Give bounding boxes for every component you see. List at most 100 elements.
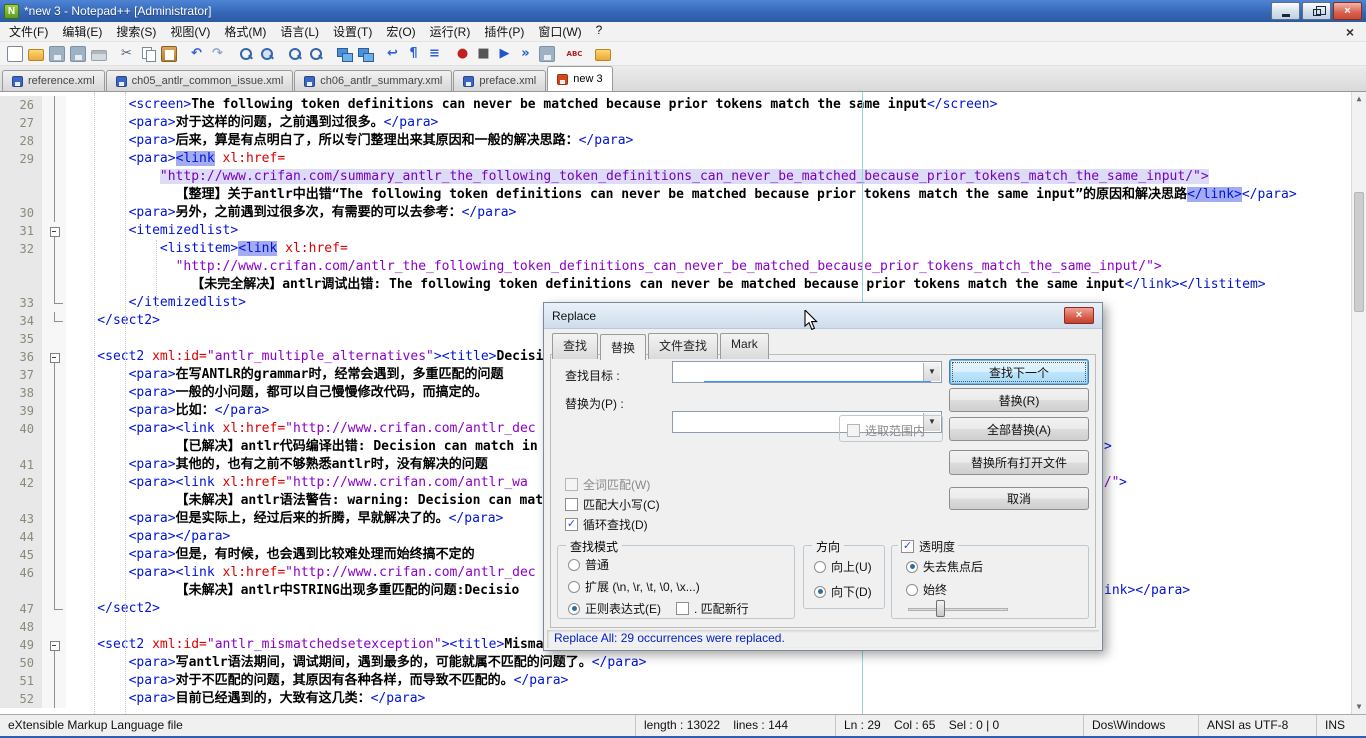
save-macro-icon[interactable] [536, 43, 557, 64]
editor-line[interactable]: 28 <para>后来，算是有点明白了，所以专门整理出来其原因和一般的解决思路：<… [0, 132, 1366, 150]
in-selection-checkbox[interactable] [847, 424, 860, 437]
editor-line[interactable]: 51 <para>对于不匹配的问题，其原因有各种各样，而导致不匹配的。</para… [0, 672, 1366, 690]
new-file-icon[interactable] [4, 43, 25, 64]
editor-line[interactable]: 【整理】关于antlr中出错“The following token defin… [0, 186, 1366, 204]
redo-icon[interactable]: ↷ [207, 43, 228, 64]
slider-thumb[interactable] [936, 600, 945, 617]
scroll-up-icon[interactable]: ▲ [1352, 92, 1366, 106]
cancel-button[interactable]: 取消 [949, 487, 1089, 510]
replace-icon[interactable] [256, 43, 277, 64]
plugin-icon[interactable] [592, 43, 613, 64]
editor-line[interactable]: 32 <listitem><link xl:href= [0, 240, 1366, 258]
save-icon[interactable] [46, 43, 67, 64]
dialog-tab-文件查找[interactable]: 文件查找 [648, 333, 719, 359]
restore-button[interactable] [1302, 2, 1331, 20]
menu-item[interactable]: 设置(T) [326, 21, 379, 42]
record-macro-icon[interactable]: ● [452, 43, 473, 64]
tab-ch05_antlr_common_issue.xml[interactable]: ch05_antlr_common_issue.xml [105, 70, 294, 91]
play-macro-icon[interactable]: ▶ [494, 43, 515, 64]
menu-item[interactable]: 格式(M) [217, 21, 273, 42]
editor-line[interactable]: "http://www.crifan.com/antlr_the_followi… [0, 258, 1366, 276]
direction-down-radio[interactable] [814, 585, 826, 598]
status-insert-mode[interactable]: INS [1316, 715, 1366, 736]
dialog-tab-替换[interactable]: 替换 [600, 334, 647, 360]
menu-item[interactable]: 运行(R) [423, 21, 478, 42]
dialog-titlebar[interactable]: Replace × [544, 303, 1102, 329]
fold-toggle-icon[interactable] [42, 222, 66, 240]
dot-matches-newline-checkbox[interactable] [676, 602, 689, 615]
editor-line[interactable]: 【未完全解决】antlr调试出错: The following token de… [0, 276, 1366, 294]
spell-check-icon[interactable]: ABC [564, 43, 585, 64]
wrap-around-checkbox[interactable] [565, 518, 578, 531]
replace-button[interactable]: 替换(R) [949, 388, 1089, 412]
editor-line[interactable]: 26 <screen>The following token definition… [0, 96, 1366, 114]
sync-horizontal-icon[interactable] [354, 43, 375, 64]
replace-all-button[interactable]: 全部替换(A) [949, 417, 1089, 441]
mode-regex-radio[interactable] [568, 602, 580, 615]
menu-item[interactable]: 编辑(E) [55, 21, 109, 42]
menu-item[interactable]: 文件(F) [2, 21, 55, 42]
menu-item[interactable]: 语言(L) [273, 21, 326, 42]
menu-item[interactable]: 视图(V) [163, 21, 217, 42]
fold-toggle-icon[interactable] [42, 348, 66, 366]
transparency-checkbox[interactable] [901, 540, 914, 553]
tab-new-3[interactable]: new 3 [547, 66, 613, 91]
editor-line[interactable]: "http://www.crifan.com/summary_antlr_the… [0, 168, 1366, 186]
titlebar[interactable]: N *new 3 - Notepad++ [Administrator] × [0, 0, 1366, 22]
mode-extended-radio[interactable] [568, 580, 580, 593]
editor-line[interactable]: 31 <itemizedlist> [0, 222, 1366, 240]
cut-icon[interactable]: ✂ [116, 43, 137, 64]
transparency-on-focus-loss-radio[interactable] [906, 560, 918, 573]
editor-line[interactable]: 27 <para>对于这样的问题，之前遇到过很多。</para> [0, 114, 1366, 132]
menu-item[interactable]: 宏(O) [379, 21, 422, 42]
chevron-down-icon[interactable]: ▼ [923, 363, 940, 381]
document-close-icon[interactable]: × [1342, 24, 1358, 40]
find-next-button[interactable]: 查找下一个 [949, 359, 1089, 385]
scroll-down-icon[interactable]: ▼ [1352, 700, 1366, 714]
sync-vertical-icon[interactable] [333, 43, 354, 64]
menu-item[interactable]: 插件(P) [477, 21, 531, 42]
match-whole-word-checkbox[interactable] [565, 478, 578, 491]
tab-reference.xml[interactable]: reference.xml [2, 70, 105, 91]
fold-toggle-icon[interactable] [42, 636, 66, 654]
minimize-button[interactable] [1271, 2, 1300, 20]
copy-icon[interactable] [137, 43, 158, 64]
tab-ch06_antlr_summary.xml[interactable]: ch06_antlr_summary.xml [294, 70, 453, 91]
dialog-tab-查找[interactable]: 查找 [552, 333, 599, 359]
editor-line[interactable]: 29 <para><link xl:href= [0, 150, 1366, 168]
vertical-scrollbar[interactable]: ▲ ▼ [1351, 92, 1366, 714]
status-eol-format[interactable]: Dos\Windows [1083, 715, 1198, 736]
zoom-in-icon[interactable] [284, 43, 305, 64]
close-button[interactable]: × [1333, 2, 1362, 20]
find-icon[interactable] [235, 43, 256, 64]
menu-item[interactable]: ? [589, 21, 610, 42]
stop-macro-icon[interactable]: ■ [473, 43, 494, 64]
dialog-tab-Mark[interactable]: Mark [720, 333, 769, 359]
dialog-close-button[interactable]: × [1064, 307, 1094, 324]
save-all-icon[interactable] [67, 43, 88, 64]
scrollbar-thumb[interactable] [1354, 192, 1364, 312]
transparency-always-radio[interactable] [906, 583, 918, 596]
open-file-icon[interactable] [25, 43, 46, 64]
zoom-out-icon[interactable] [305, 43, 326, 64]
mode-normal-radio[interactable] [568, 558, 580, 571]
undo-icon[interactable]: ↶ [186, 43, 207, 64]
editor-line[interactable]: 52 <para>目前已经遇到的，大致有这几类：</para> [0, 690, 1366, 708]
tab-preface.xml[interactable]: preface.xml [453, 70, 547, 91]
print-icon[interactable] [88, 43, 109, 64]
find-what-combobox[interactable]: ref="http://.+?/([\w_]+)/?">[^<>]+?</lin… [672, 361, 942, 383]
show-all-chars-icon[interactable]: ¶ [403, 43, 424, 64]
transparency-slider[interactable] [908, 600, 1008, 617]
menu-item[interactable]: 搜索(S) [109, 21, 163, 42]
editor-line[interactable]: 30 <para>另外，之前遇到过很多次，有需要的可以去参考：</para> [0, 204, 1366, 222]
indent-guide-icon[interactable]: ≡ [424, 43, 445, 64]
editor-line[interactable]: 50 <para>写antlr语法期间，调试期间，遇到最多的，可能就属不匹配的问题… [0, 654, 1366, 672]
status-encoding[interactable]: ANSI as UTF-8 [1198, 715, 1316, 736]
direction-up-radio[interactable] [814, 560, 826, 573]
word-wrap-icon[interactable]: ↩ [382, 43, 403, 64]
match-case-checkbox[interactable] [565, 498, 578, 511]
run-macro-multiple-icon[interactable]: » [515, 43, 536, 64]
paste-icon[interactable] [158, 43, 179, 64]
replace-all-open-docs-button[interactable]: 替换所有打开文件 [949, 450, 1089, 475]
menu-item[interactable]: 窗口(W) [531, 21, 588, 42]
